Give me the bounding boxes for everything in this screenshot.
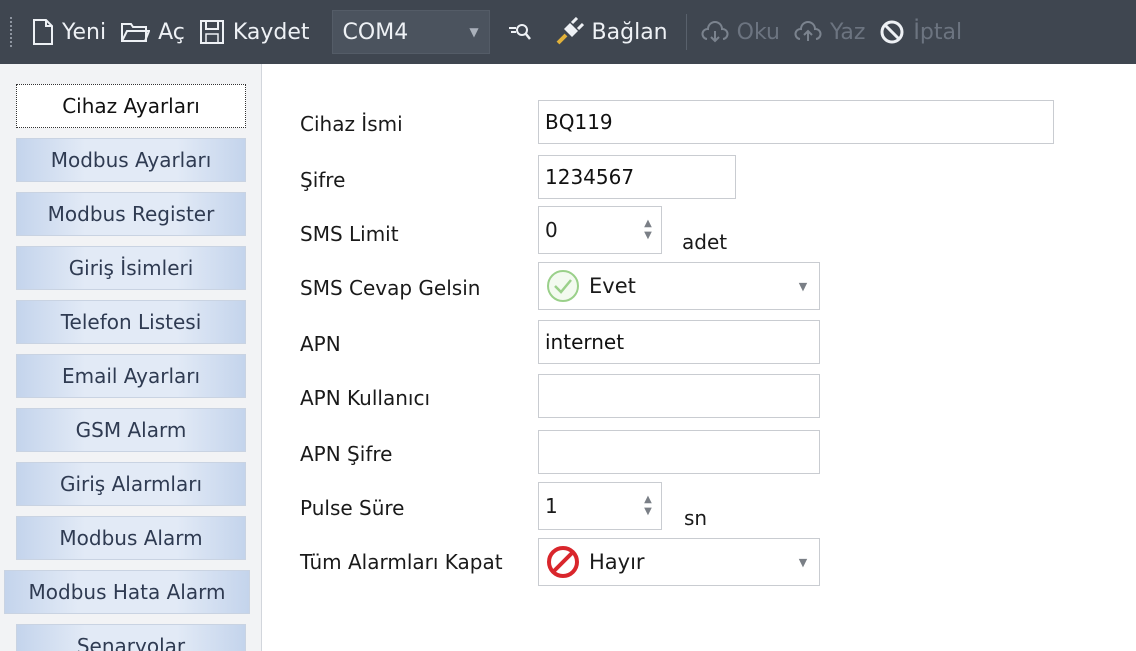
plug-connect-icon <box>556 17 584 45</box>
apn-label: APN <box>300 332 341 356</box>
port-select-value: COM4 <box>342 19 409 45</box>
sms-reply-label: SMS Cevap Gelsin <box>300 276 481 300</box>
sidebar-item-scenarios[interactable]: Senaryolar <box>16 624 246 651</box>
sidebar-item-label: GSM Alarm <box>75 418 187 442</box>
sidebar-item-modbus-alarm[interactable]: Modbus Alarm <box>16 516 246 560</box>
apn-password-label: APN Şifre <box>300 442 393 466</box>
sidebar-item-gsm-alarm[interactable]: GSM Alarm <box>16 408 246 452</box>
write-button[interactable]: Yaz <box>794 10 865 54</box>
folder-open-icon <box>121 23 151 42</box>
pulse-time-value: 1 <box>545 494 558 518</box>
save-button-label: Kaydet <box>232 19 310 45</box>
sidebar-item-label: Senaryolar <box>76 634 186 651</box>
sidebar-item-label: Modbus Hata Alarm <box>28 580 226 604</box>
toolbar: Yeni Aç Kaydet COM4 ▼ Bağlan Oku Yaz İpt… <box>0 0 1136 64</box>
sms-limit-spinner[interactable]: 0 ▲ ▼ <box>538 206 662 254</box>
pulse-time-unit: sn <box>684 506 708 530</box>
spin-down-icon[interactable]: ▼ <box>644 230 652 242</box>
chevron-down-icon: ▼ <box>798 555 808 569</box>
sidebar-item-label: Cihaz Ayarları <box>62 94 200 118</box>
sidebar-item-label: Telefon Listesi <box>60 310 202 334</box>
disable-alarms-value: Hayır <box>589 550 645 574</box>
pulse-time-spinner[interactable]: 1 ▲ ▼ <box>538 482 662 530</box>
cancel-icon <box>880 20 904 44</box>
cloud-download-icon <box>701 21 729 43</box>
password-input[interactable] <box>538 155 736 199</box>
cloud-upload-icon <box>794 21 822 41</box>
toolbar-grip[interactable] <box>10 17 14 47</box>
sidebar-item-modbus-error-alarm[interactable]: Modbus Hata Alarm <box>4 570 250 614</box>
sidebar-item-modbus-settings[interactable]: Modbus Ayarları <box>16 138 246 182</box>
chevron-down-icon: ▼ <box>469 25 479 39</box>
sidebar-item-email-settings[interactable]: Email Ayarları <box>16 354 246 398</box>
new-file-icon <box>33 19 53 45</box>
new-button-label: Yeni <box>62 19 107 45</box>
apn-input[interactable] <box>538 320 820 364</box>
sms-reply-value: Evet <box>589 274 636 298</box>
prohibited-icon <box>543 542 583 582</box>
apn-user-label: APN Kullanıcı <box>300 386 431 410</box>
apn-user-input[interactable] <box>538 374 820 418</box>
apn-password-input[interactable] <box>538 430 820 474</box>
password-label: Şifre <box>300 168 346 192</box>
save-button[interactable]: Kaydet <box>199 10 310 54</box>
cancel-button-label: İptal <box>913 19 963 45</box>
write-button-label: Yaz <box>829 19 866 45</box>
sms-limit-unit: adet <box>682 230 728 254</box>
sidebar-item-label: Modbus Register <box>47 202 215 226</box>
sidebar-item-device-settings[interactable]: Cihaz Ayarları <box>16 84 246 128</box>
toolbar-separator <box>685 14 687 50</box>
open-button[interactable]: Aç <box>120 10 185 54</box>
floppy-disk-icon <box>199 20 224 44</box>
device-name-input[interactable] <box>538 100 1054 144</box>
sms-limit-label: SMS Limit <box>300 222 399 246</box>
device-settings-form: Cihaz İsmi Şifre SMS Limit 0 ▲ ▼ adet SM… <box>262 64 1136 651</box>
sidebar-item-input-alarms[interactable]: Giriş Alarmları <box>16 462 246 506</box>
sidebar-item-phone-list[interactable]: Telefon Listesi <box>16 300 246 344</box>
search-port-icon <box>508 24 531 40</box>
sidebar-item-input-names[interactable]: Giriş İsimleri <box>16 246 246 290</box>
spinner-arrows[interactable]: ▲ ▼ <box>635 218 661 242</box>
cancel-button[interactable]: İptal <box>879 10 962 54</box>
sidebar-item-label: Modbus Ayarları <box>50 148 212 172</box>
scan-ports-button[interactable] <box>508 10 540 54</box>
connect-button-label: Bağlan <box>591 19 668 45</box>
device-name-label: Cihaz İsmi <box>300 112 403 136</box>
spin-up-icon[interactable]: ▲ <box>644 218 652 230</box>
sidebar-item-label: Email Ayarları <box>61 364 201 388</box>
sms-limit-value: 0 <box>545 218 558 242</box>
sidebar-item-label: Giriş Alarmları <box>59 472 203 496</box>
port-select[interactable]: COM4 ▼ <box>331 10 490 54</box>
sidebar-item-label: Modbus Alarm <box>59 526 203 550</box>
spin-up-icon[interactable]: ▲ <box>644 494 652 506</box>
check-circle-icon <box>543 266 583 306</box>
spinner-arrows[interactable]: ▲ ▼ <box>635 494 661 518</box>
read-button-label: Oku <box>736 19 780 45</box>
pulse-time-label: Pulse Süre <box>300 496 405 520</box>
sidebar-item-label: Giriş İsimleri <box>68 256 194 280</box>
sidebar-item-modbus-register[interactable]: Modbus Register <box>16 192 246 236</box>
sms-reply-select[interactable]: Evet ▼ <box>538 262 820 310</box>
sidebar: Cihaz Ayarları Modbus Ayarları Modbus Re… <box>0 64 262 651</box>
disable-alarms-select[interactable]: Hayır ▼ <box>538 538 820 586</box>
connect-button[interactable]: Bağlan <box>554 10 668 54</box>
disable-alarms-label: Tüm Alarmları Kapat <box>300 550 503 574</box>
new-button[interactable]: Yeni <box>32 10 106 54</box>
read-button[interactable]: Oku <box>701 10 780 54</box>
chevron-down-icon: ▼ <box>798 279 808 293</box>
open-button-label: Aç <box>158 19 185 45</box>
spin-down-icon[interactable]: ▼ <box>644 506 652 518</box>
